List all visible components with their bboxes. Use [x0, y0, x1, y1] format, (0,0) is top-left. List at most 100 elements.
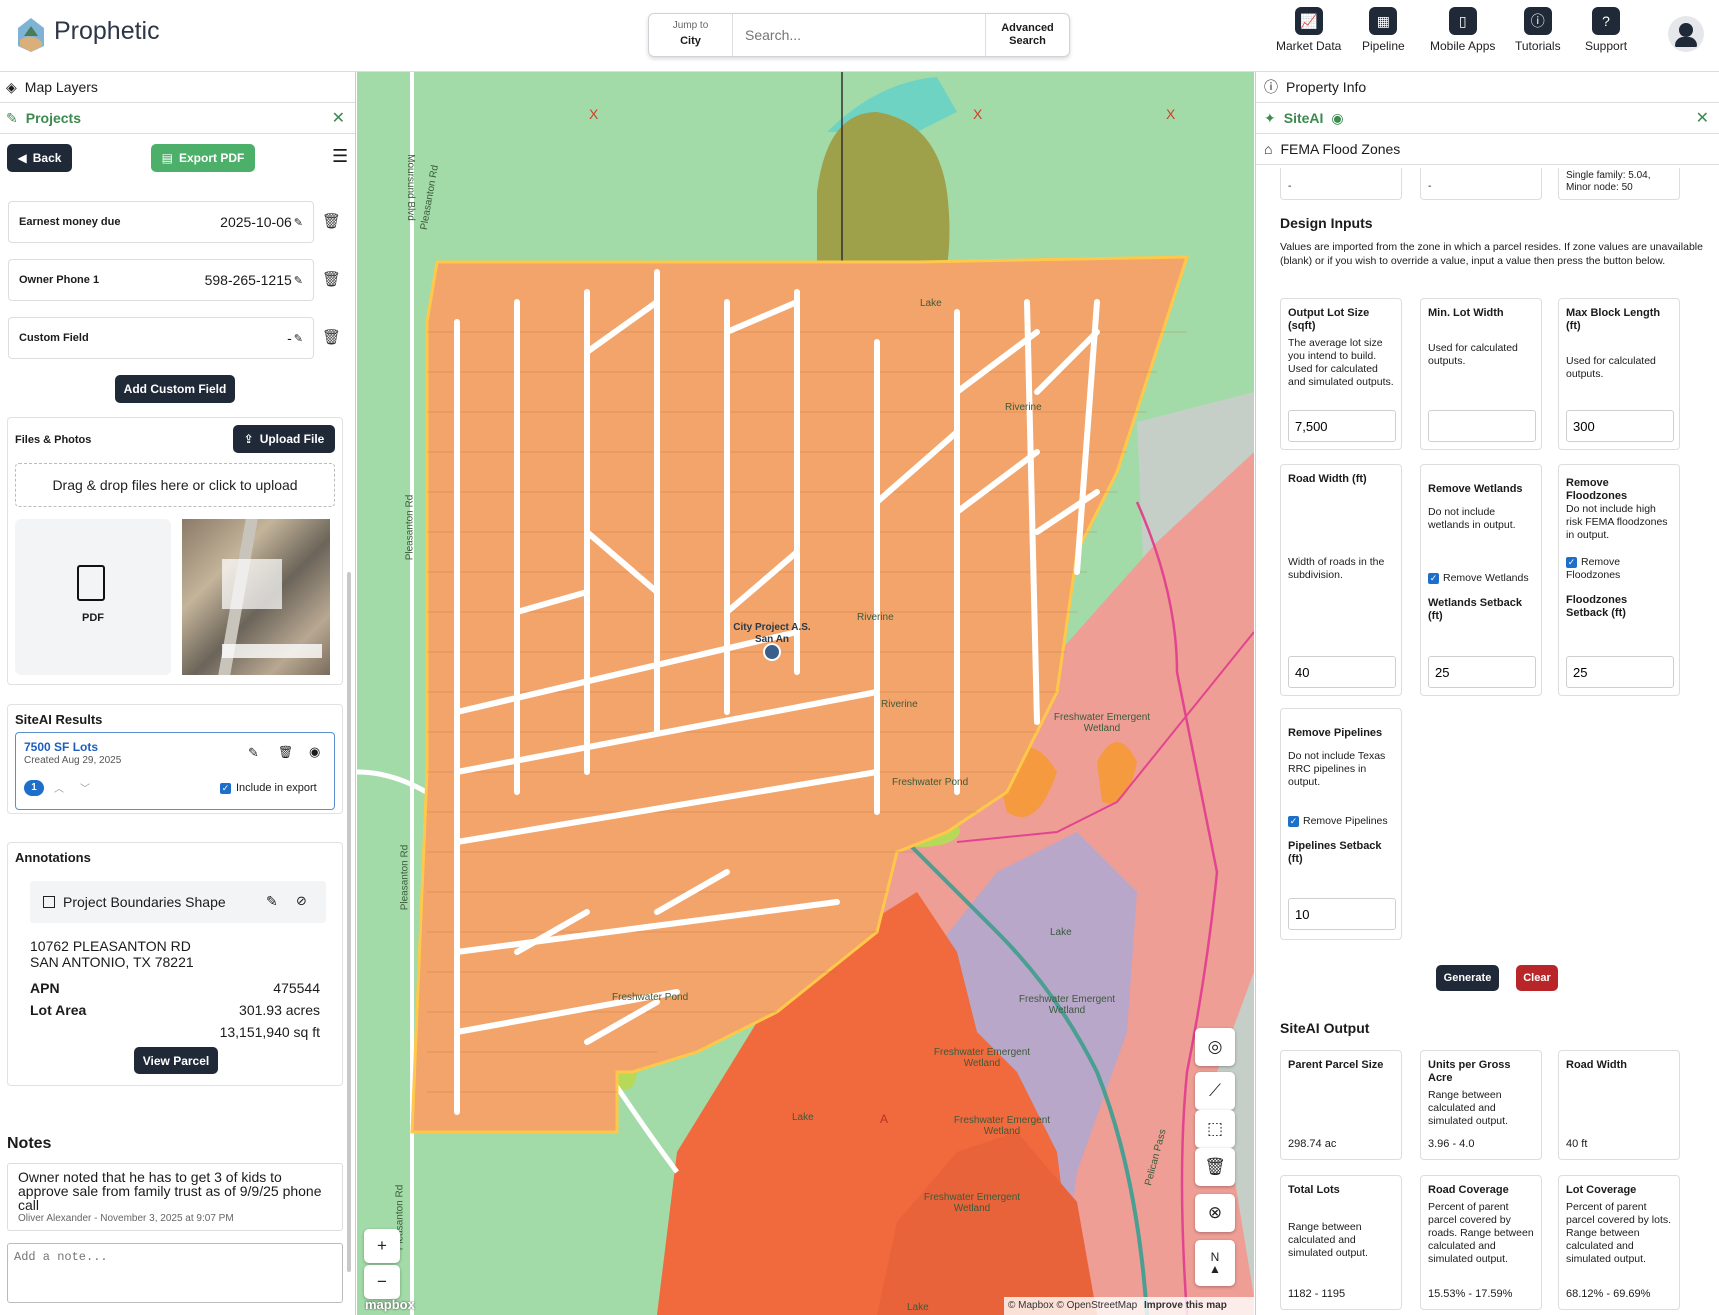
nav-pipeline[interactable]: ▦ Pipeline [1362, 7, 1405, 53]
satellite-toggle-button[interactable]: ⊗ [1195, 1194, 1235, 1232]
upload-file-button[interactable]: ⇪ Upload File [233, 425, 335, 453]
nav-support[interactable]: ? Support [1585, 7, 1627, 53]
trash-icon[interactable]: 🗑 [322, 270, 341, 288]
pencil-icon[interactable]: ✎ [266, 893, 278, 910]
chevron-down-icon[interactable]: ﹀ [80, 780, 90, 795]
layers-icon: ◈ [6, 78, 17, 95]
project-pin-label[interactable]: City Project A.S. San An [727, 622, 817, 646]
water-label: Freshwater Pond [892, 777, 969, 788]
pencil-icon[interactable]: ✎ [294, 274, 303, 287]
pencil-icon[interactable]: ✎ [294, 332, 303, 345]
result-name[interactable]: 7500 SF Lots [24, 740, 98, 754]
siteai-row[interactable]: ✦ SiteAI ◉ ✕ [1256, 103, 1719, 134]
zoom-out-button[interactable]: − [364, 1265, 400, 1299]
water-label: Freshwater Pond [612, 992, 689, 1003]
chevron-up-icon[interactable]: ︿ [54, 780, 64, 795]
property-info-row[interactable]: ⓘ Property Info [1256, 72, 1719, 103]
earnest-money-field[interactable]: Earnest money due 2025-10-06 ✎ [8, 201, 314, 243]
note-item[interactable]: Owner noted that he has to get 3 of kids… [7, 1163, 343, 1231]
delete-shape-button[interactable]: 🗑 [1195, 1148, 1235, 1186]
min-lot-width-input[interactable] [1428, 410, 1536, 442]
floodzones-setback-input[interactable] [1566, 656, 1674, 688]
trash-icon[interactable]: 🗑 [322, 328, 341, 346]
help-icon: ? [1592, 7, 1621, 35]
remove-floodzones-checkbox[interactable]: ✓ Remove Floodzones [1566, 556, 1672, 582]
brand-name[interactable]: Prophetic [54, 17, 160, 46]
water-label: Riverine [1005, 402, 1042, 413]
scrollbar[interactable] [347, 572, 351, 1272]
remove-pipelines-checkbox[interactable]: ✓ Remove Pipelines [1288, 815, 1394, 828]
search-input[interactable] [733, 14, 985, 56]
zoom-in-button[interactable]: + [364, 1229, 400, 1263]
aerial-photo-thumbnail[interactable] [182, 519, 330, 675]
eye-off-icon[interactable]: ⊘ [296, 893, 307, 909]
remove-floodzones-card: Remove Floodzones Do not include high ri… [1558, 464, 1680, 696]
card-title: Max Block Length (ft) [1566, 307, 1661, 332]
eye-icon[interactable]: ◉ [1331, 110, 1343, 127]
zone-label: X [1166, 106, 1176, 122]
road-width-input[interactable] [1288, 656, 1396, 688]
improve-map-link[interactable]: Improve this map [1144, 1300, 1227, 1311]
line-icon: ⟋ [1209, 1081, 1221, 1100]
draw-polygon-button[interactable]: ⬚ [1195, 1110, 1235, 1148]
map-layers-row[interactable]: ◈ Map Layers [0, 72, 355, 103]
hamburger-menu-icon[interactable]: ☰ [332, 146, 348, 167]
close-icon[interactable]: ✕ [332, 108, 345, 128]
view-parcel-button[interactable]: View Parcel [134, 1047, 218, 1074]
pencil-icon[interactable]: ✎ [294, 216, 303, 229]
right-panel: ⓘ Property Info ✦ SiteAI ◉ ✕ ⌂ FEMA Floo… [1255, 72, 1719, 1315]
note-meta: Oliver Alexander - November 3, 2025 at 9… [18, 1213, 234, 1224]
close-icon[interactable]: ✕ [1696, 108, 1709, 128]
card-title: Road Width [1566, 1059, 1627, 1071]
note-input[interactable] [7, 1243, 343, 1303]
custom-field[interactable]: Custom Field - ✎ [8, 317, 314, 359]
drop-zone[interactable]: Drag & drop files here or click to uploa… [15, 463, 335, 507]
include-export-checkbox[interactable]: ✓ [220, 783, 231, 794]
draw-line-button[interactable]: ⟋ [1195, 1072, 1235, 1110]
attribution-text[interactable]: © Mapbox © OpenStreetMap [1008, 1300, 1137, 1311]
pipelines-setback-input[interactable] [1288, 898, 1396, 930]
include-export-label: Include in export [236, 782, 317, 794]
search-bar: Jump to City Advanced Search [648, 13, 1070, 57]
clear-button[interactable]: Clear [1516, 965, 1558, 991]
trash-icon[interactable]: 🗑 [278, 745, 293, 759]
pencil-icon[interactable]: ✎ [248, 745, 259, 761]
nav-market-data[interactable]: 📈 Market Data [1276, 7, 1341, 53]
annotation-item[interactable]: Project Boundaries Shape ✎ ⊘ [30, 881, 326, 923]
lot-size-input[interactable] [1288, 410, 1396, 442]
max-block-length-input[interactable] [1566, 410, 1674, 442]
back-button[interactable]: ◀ Back [7, 144, 72, 172]
user-avatar[interactable] [1668, 16, 1704, 52]
min-lot-width-card: Min. Lot Width Used for calculated outpu… [1420, 298, 1542, 450]
add-custom-field-button[interactable]: Add Custom Field [115, 375, 235, 403]
pdf-thumbnail[interactable]: PDF [15, 519, 171, 675]
trash-icon[interactable]: 🗑 [322, 212, 341, 230]
map-layers-svg[interactable] [357, 72, 1254, 1315]
card-title: Remove Floodzones [1566, 477, 1628, 502]
advanced-search-button[interactable]: Advanced Search [985, 14, 1069, 56]
fema-row[interactable]: ⌂ FEMA Flood Zones [1256, 134, 1719, 165]
compass-button[interactable]: N ▲ [1195, 1240, 1235, 1286]
water-label: Freshwater Emergent Wetland [923, 1192, 1021, 1214]
siteai-results-card: SiteAI Results 7500 SF Lots Created Aug … [7, 704, 343, 814]
map-canvas[interactable]: Moursund Blvd Pleasanton Rd Pleasanton R… [357, 72, 1254, 1315]
prophetic-logo-icon[interactable] [14, 16, 48, 54]
water-label: Riverine [881, 699, 918, 710]
owner-phone-field[interactable]: Owner Phone 1 598-265-1215 ✎ [8, 259, 314, 301]
mapbox-logo[interactable]: mapbox [365, 1297, 415, 1312]
siteai-results-title: SiteAI Results [15, 712, 103, 727]
eye-icon[interactable]: ◉ [309, 744, 320, 760]
wetlands-setback-input[interactable] [1428, 656, 1536, 688]
pdf-label: PDF [82, 612, 104, 624]
jump-to-select[interactable]: Jump to City [649, 14, 733, 56]
trash-icon: 🗑 [1204, 1157, 1226, 1176]
locate-me-button[interactable]: ◎ [1195, 1028, 1235, 1066]
generate-button[interactable]: Generate [1436, 965, 1499, 991]
nav-mobile-apps[interactable]: ▯ Mobile Apps [1430, 7, 1495, 53]
siteai-result-item[interactable]: 7500 SF Lots Created Aug 29, 2025 ✎ 🗑 ◉ … [15, 732, 335, 810]
export-pdf-button[interactable]: ▤ Export PDF [151, 144, 255, 172]
nav-tutorials[interactable]: ⓘ Tutorials [1515, 7, 1561, 53]
files-title: Files & Photos [15, 434, 92, 446]
remove-wetlands-checkbox[interactable]: ✓ Remove Wetlands [1428, 572, 1534, 585]
card-title: Lot Coverage [1566, 1184, 1637, 1196]
